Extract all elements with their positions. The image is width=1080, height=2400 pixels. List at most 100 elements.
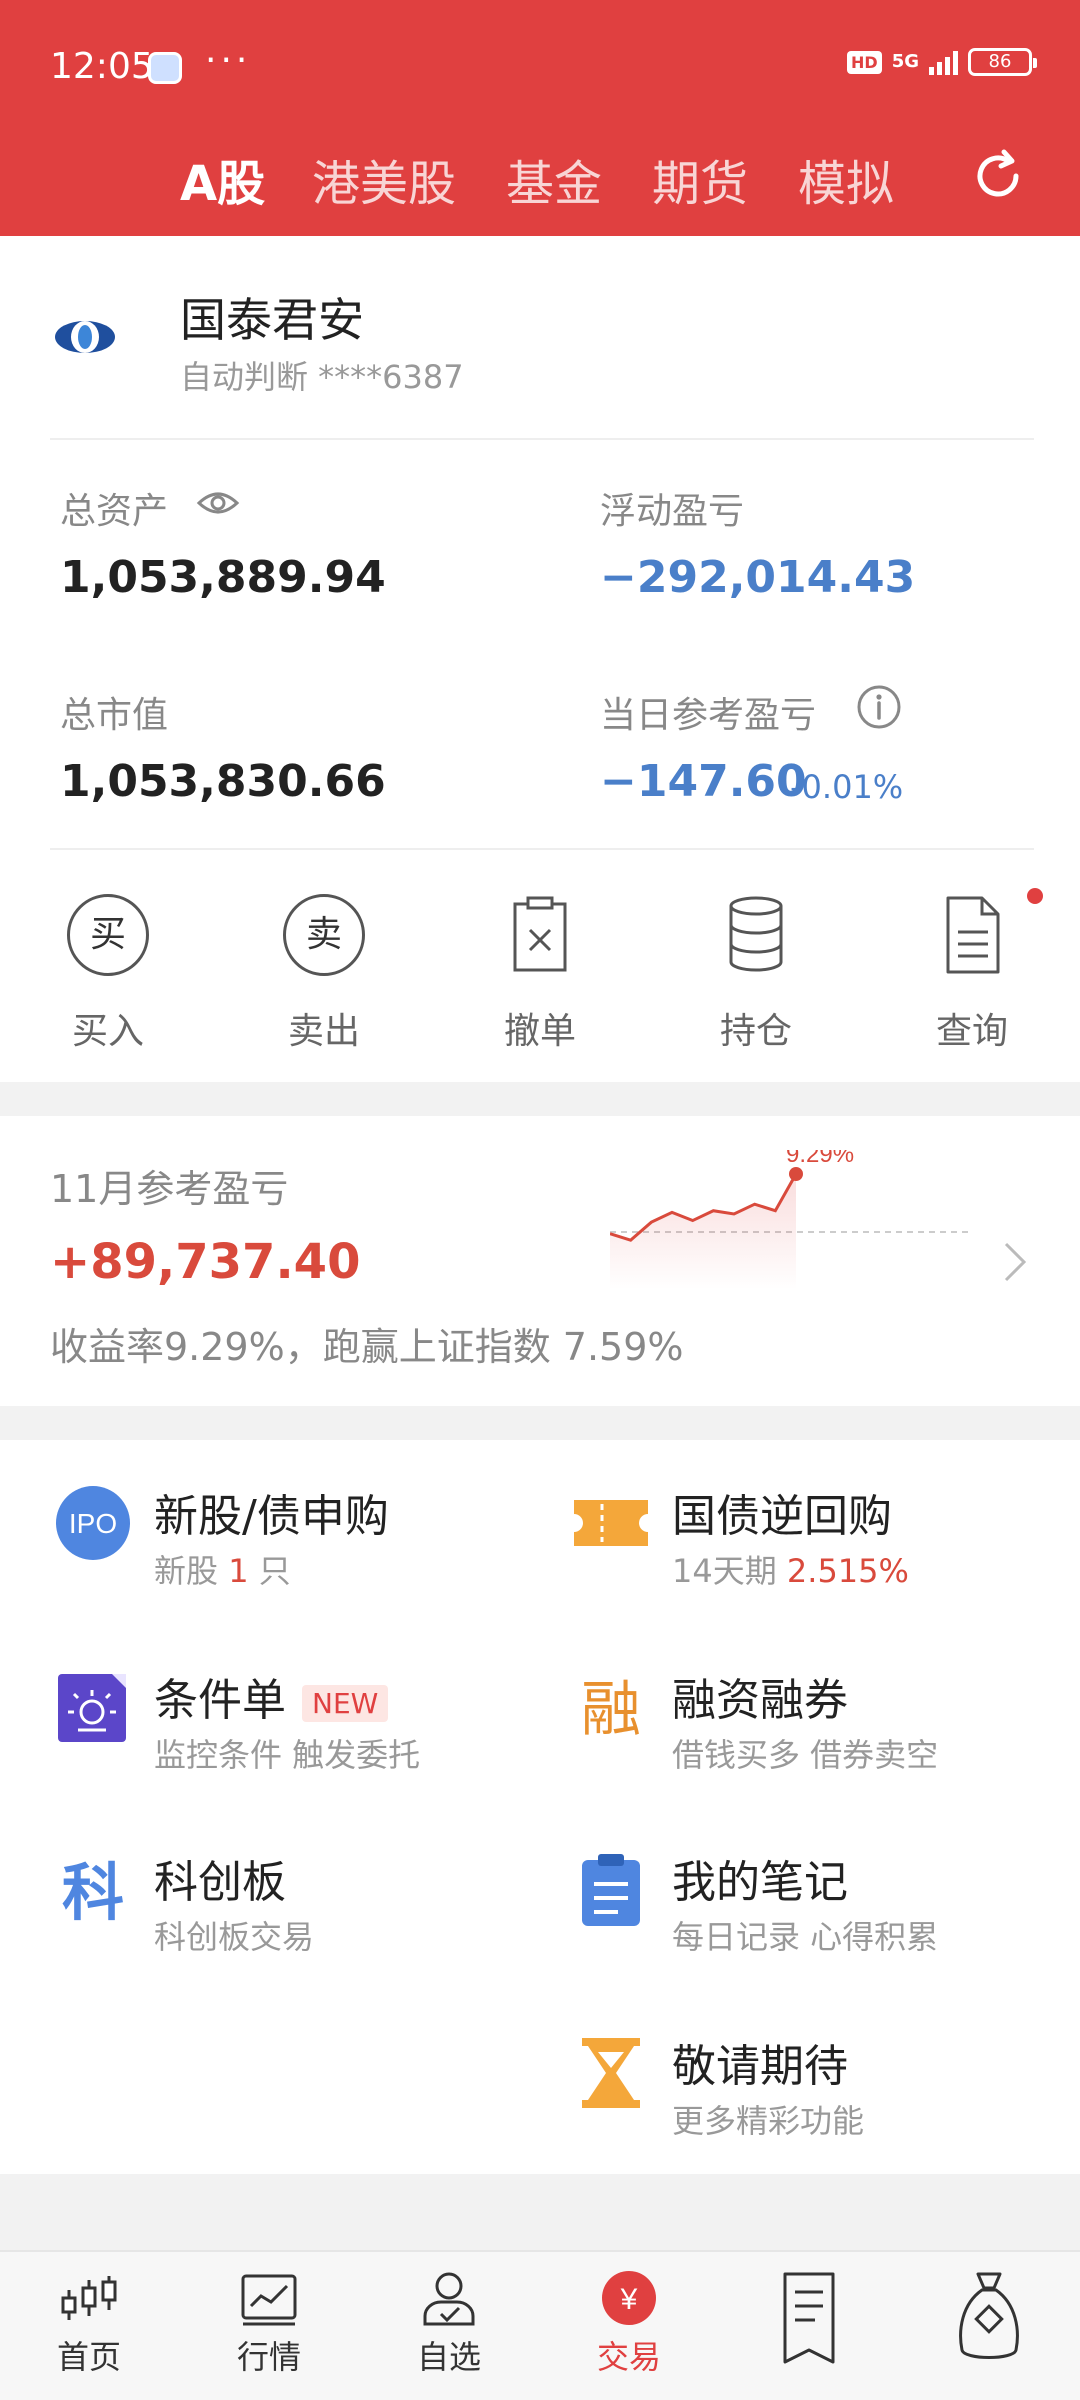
daily-pl-value: −147.60	[600, 756, 807, 807]
nav-home[interactable]: 首页	[14, 2270, 164, 2378]
coming-soon-item[interactable]: 敬请期待 更多精彩功能	[572, 2030, 1072, 2150]
ticket-icon	[574, 1500, 648, 1546]
monthly-return-desc: 收益率9.29%，跑赢上证指数 7.59%	[50, 1325, 684, 1369]
star-market-sub: 科创板交易	[154, 1918, 315, 1956]
clipboard-icon	[582, 1854, 640, 1926]
reverse-repo-title: 国债逆回购	[672, 1491, 892, 1542]
ipo-subscribe-item[interactable]: IPO 新股/债申购 新股 1 只	[54, 1480, 554, 1600]
news-document-icon	[783, 2272, 835, 2364]
coming-soon-title: 敬请期待	[672, 2041, 848, 2092]
nav-trade-label: 交易	[596, 2338, 661, 2376]
sell-label: 卖出	[287, 1011, 360, 1052]
market-value-value: 1,053,830.66	[60, 756, 386, 807]
header: 12:05 ··· HD 5G 86 A股 港美股 基金 期货 模拟	[0, 0, 1080, 236]
trading-app: 12:05 ··· HD 5G 86 A股 港美股 基金 期货 模拟 国泰君安 …	[0, 0, 1080, 2400]
daily-pl-label: 当日参考盈亏	[600, 695, 817, 736]
monthly-pl-label: 11月参考盈亏	[50, 1167, 289, 1211]
new-badge: NEW	[302, 1684, 389, 1722]
info-icon[interactable]	[856, 684, 902, 730]
notification-dot	[1027, 888, 1043, 904]
tab-funds[interactable]: 基金	[506, 144, 602, 214]
network-type: 5G	[891, 51, 919, 72]
hourglass-icon	[582, 2038, 640, 2108]
daily-pl-percent: -0.01%	[790, 768, 904, 806]
tab-a-shares[interactable]: A股	[180, 144, 265, 214]
buy-icon: 买	[67, 894, 149, 976]
broker-name[interactable]: 国泰君安	[180, 284, 364, 350]
condition-order-icon	[58, 1674, 126, 1742]
condition-order-title-text: 条件单	[154, 1675, 286, 1726]
nav-home-label: 首页	[56, 2338, 121, 2376]
signal-icon	[929, 49, 958, 75]
query-label: 查询	[935, 1011, 1008, 1052]
margin-trading-item[interactable]: 融 融资融券 借钱买多 借券卖空	[572, 1664, 1072, 1784]
buy-button[interactable]: 买 买入	[48, 894, 168, 1054]
chart-peak-label: 9.29%	[786, 1150, 854, 1168]
ipo-sub-prefix: 新股	[154, 1552, 229, 1590]
status-bar: 12:05 ··· HD 5G 86	[0, 0, 1080, 136]
total-assets-value: 1,053,889.94	[60, 552, 386, 603]
my-notes-title: 我的笔记	[672, 1857, 848, 1908]
user-icon	[423, 2272, 475, 2326]
coming-soon-sub: 更多精彩功能	[672, 2102, 865, 2140]
ipo-sub: 新股 1 只	[154, 1546, 291, 1592]
hd-icon: HD	[847, 50, 882, 74]
ipo-icon-text: IPO	[69, 1508, 117, 1539]
star-market-title: 科创板	[154, 1857, 286, 1908]
sell-icon: 卖	[283, 894, 365, 976]
query-button[interactable]: 查询	[912, 894, 1032, 1054]
broker-logo-icon	[55, 321, 115, 353]
tab-hk-us-stocks[interactable]: 港美股	[312, 144, 456, 214]
nav-watchlist-label: 自选	[416, 2338, 481, 2376]
sell-button[interactable]: 卖 卖出	[264, 894, 384, 1054]
nav-trade[interactable]: ¥ 交易	[554, 2270, 704, 2378]
star-market-icon: 科	[62, 1856, 124, 1928]
yen-coin-icon: ¥	[602, 2271, 656, 2325]
ipo-count: 1	[228, 1552, 249, 1590]
my-notes-sub: 每日记录 心得积累	[672, 1918, 939, 1956]
condition-order-sub: 监控条件 触发委托	[154, 1736, 421, 1774]
my-notes-item[interactable]: 我的笔记 每日记录 心得积累	[572, 1846, 1072, 1966]
margin-icon: 融	[581, 1675, 641, 1745]
account-number: 自动判断 ****6387	[180, 358, 464, 396]
reverse-repo-sub: 14天期 2.515%	[672, 1546, 909, 1592]
yen-glyph: ¥	[620, 2283, 638, 2316]
tab-simulation[interactable]: 模拟	[798, 144, 894, 214]
bottom-nav: 首页 行情 自选 ¥ 交易	[0, 2250, 1080, 2400]
nav-watchlist[interactable]: 自选	[374, 2270, 524, 2378]
eye-icon[interactable]	[196, 488, 240, 518]
star-market-item[interactable]: 科 科创板 科创板交易	[54, 1846, 554, 1966]
divider	[50, 848, 1034, 850]
ipo-sub-suffix: 只	[248, 1552, 291, 1590]
nav-wealth[interactable]	[914, 2270, 1064, 2366]
nav-market-label: 行情	[236, 2338, 301, 2376]
floating-pl-value: −292,014.43	[600, 552, 916, 603]
monthly-return-chart: 9.29%	[610, 1150, 970, 1290]
status-time: 12:05	[50, 46, 154, 87]
margin-trading-sub: 借钱买多 借券卖空	[672, 1736, 939, 1774]
positions-label: 持仓	[719, 1011, 792, 1052]
nav-market[interactable]: 行情	[194, 2270, 344, 2378]
database-icon	[729, 896, 783, 972]
cancel-order-button[interactable]: 撤单	[480, 894, 600, 1054]
more-notifications-icon: ···	[205, 40, 252, 81]
total-assets-label: 总资产	[60, 491, 169, 532]
refresh-icon[interactable]	[968, 146, 1028, 206]
candlestick-icon	[61, 2276, 117, 2320]
condition-order-item[interactable]: 条件单 NEW 监控条件 触发委托	[54, 1664, 554, 1784]
battery-icon: 86	[968, 48, 1037, 76]
reverse-repo-rate: 2.515%	[786, 1552, 909, 1590]
reverse-repo-item[interactable]: 国债逆回购 14天期 2.515%	[572, 1480, 1072, 1600]
ipo-icon: IPO	[56, 1486, 130, 1560]
document-icon	[946, 896, 1000, 974]
status-indicators: HD 5G 86	[847, 48, 1037, 76]
market-tabs: A股 港美股 基金 期货 模拟	[0, 136, 1080, 236]
ipo-title: 新股/债申购	[154, 1491, 389, 1542]
positions-button[interactable]: 持仓	[696, 894, 816, 1054]
tab-futures[interactable]: 期货	[652, 144, 748, 214]
chevron-right-icon[interactable]	[1000, 1240, 1030, 1284]
chart-peak-point	[789, 1167, 803, 1181]
chart-line-icon	[241, 2274, 297, 2326]
nav-news[interactable]	[734, 2270, 884, 2366]
market-value-label: 总市值	[60, 695, 169, 736]
